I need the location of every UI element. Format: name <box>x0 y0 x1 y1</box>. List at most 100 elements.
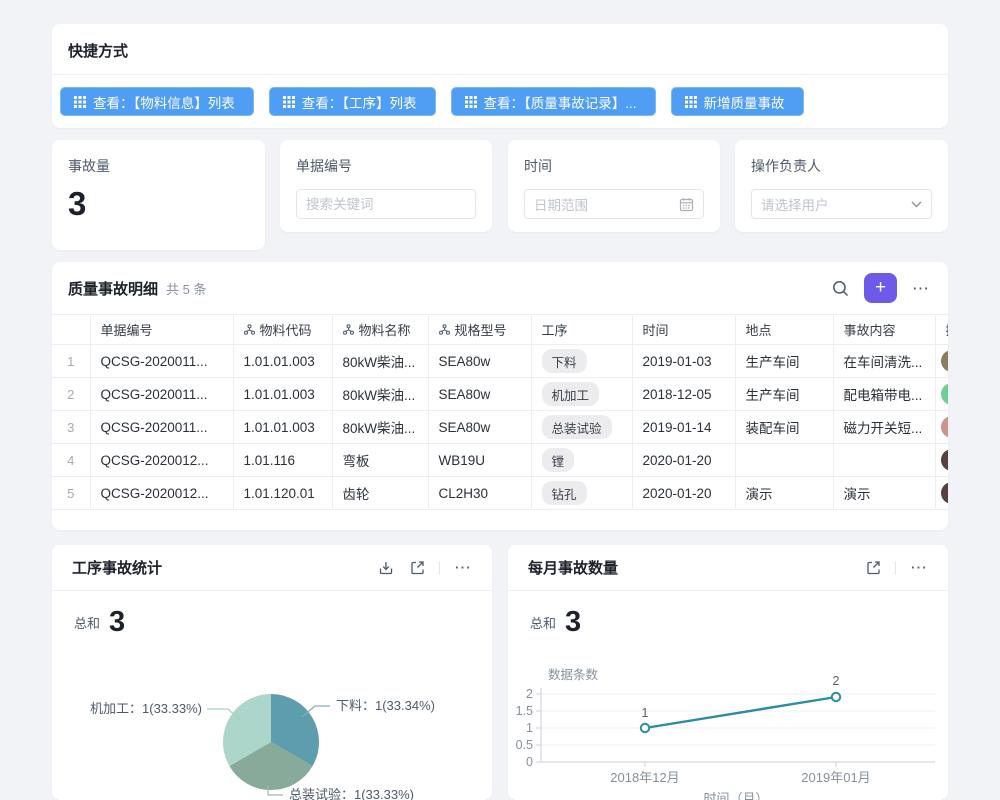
table-header-bar: 质量事故明细 共 5 条 + ⋯ <box>52 262 948 314</box>
svg-text:2018年12月: 2018年12月 <box>610 770 679 785</box>
svg-text:1.5: 1.5 <box>516 704 533 718</box>
row-number: 4 <box>52 444 90 477</box>
col-doc-no[interactable]: 单据编号 <box>90 315 233 345</box>
button-label: 查看：【质量事故记录】... <box>484 92 637 112</box>
quality-accident-table: 单据编号 物料代码 物料名称 规格型号 工序 时间 地点 事故内容 操作负责人 <box>52 314 948 510</box>
line-chart[interactable]: 数据条数 2 1.5 1 0.5 0 1 2 2018年12月 2019年01月… <box>508 545 948 800</box>
cell-doc-no: QCSG-2020011... <box>90 411 233 444</box>
col-spec-model[interactable]: 规格型号 <box>428 315 531 345</box>
data-line <box>645 697 836 728</box>
col-time[interactable]: 时间 <box>632 315 735 345</box>
cell-time: 2019-01-03 <box>632 345 735 378</box>
table-row[interactable]: 2 QCSG-2020011... 1.01.01.003 80kW柴油... … <box>52 378 948 411</box>
table-record-count: 共 5 条 <box>166 279 206 298</box>
process-tag: 下料 <box>542 349 587 373</box>
cell-accident-content: 演示 <box>833 477 935 510</box>
cell-operator <box>935 477 948 510</box>
owner-select[interactable]: 请选择用户 <box>751 189 932 219</box>
row-number: 1 <box>52 345 90 378</box>
col-location[interactable]: 地点 <box>735 315 833 345</box>
cell-material-name: 80kW柴油... <box>332 411 428 444</box>
cell-operator <box>935 411 948 444</box>
y-tick-labels: 2 1.5 1 0.5 0 <box>516 687 533 769</box>
cell-operator <box>935 345 948 378</box>
cell-location: 生产车间 <box>735 378 833 411</box>
grid-icon <box>465 96 477 108</box>
cell-time: 2019-01-14 <box>632 411 735 444</box>
row-number: 2 <box>52 378 90 411</box>
plus-icon: + <box>875 278 886 297</box>
cell-material-code: 1.01.116 <box>233 444 332 477</box>
cell-spec-model: CL2H30 <box>428 477 531 510</box>
doc-no-label: 单据编号 <box>296 156 476 176</box>
cell-spec-model: SEA80w <box>428 378 531 411</box>
cell-process: 镗 <box>531 444 632 477</box>
col-material-name[interactable]: 物料名称 <box>332 315 428 345</box>
row-number: 3 <box>52 411 90 444</box>
owner-placeholder: 请选择用户 <box>761 194 905 214</box>
cell-operator <box>935 378 948 411</box>
add-record-button[interactable]: + <box>864 273 897 303</box>
view-quality-records-button[interactable]: 查看：【质量事故记录】... <box>451 87 656 116</box>
doc-no-search-input[interactable] <box>306 197 466 212</box>
col-operator[interactable]: 操作负责人 <box>935 315 948 345</box>
point-label: 2 <box>833 674 840 688</box>
table-row[interactable]: 5 QCSG-2020012... 1.01.120.01 齿轮 CL2H30 … <box>52 477 948 510</box>
shortcuts-card: 快捷方式 查看：【物料信息】列表 查看：【工序】列表 查看：【质量事故记录】..… <box>52 24 948 128</box>
time-label: 时间 <box>524 156 704 176</box>
view-process-list-button[interactable]: 查看：【工序】列表 <box>269 87 436 116</box>
data-point[interactable] <box>641 724 649 732</box>
cell-doc-no: QCSG-2020012... <box>90 477 233 510</box>
process-tag: 总装试验 <box>542 415 612 439</box>
avatar <box>941 383 949 405</box>
cell-process: 总装试验 <box>531 411 632 444</box>
date-range-placeholder: 日期范围 <box>534 194 673 214</box>
view-material-list-button[interactable]: 查看：【物料信息】列表 <box>60 87 254 116</box>
gridlines <box>541 694 935 745</box>
col-material-code[interactable]: 物料代码 <box>233 315 332 345</box>
col-accident-content[interactable]: 事故内容 <box>833 315 935 345</box>
owner-filter-card: 操作负责人 请选择用户 <box>735 140 948 232</box>
table-row[interactable]: 4 QCSG-2020012... 1.01.116 弯板 WB19U 镗 20… <box>52 444 948 477</box>
add-quality-accident-button[interactable]: 新增质量事故 <box>671 87 804 116</box>
pie-label-xialiao: 下料：1(33.34%) <box>336 698 435 713</box>
x-axis-title: 时间（月） <box>703 791 768 800</box>
cell-spec-model: SEA80w <box>428 411 531 444</box>
cell-material-code: 1.01.120.01 <box>233 477 332 510</box>
cell-location: 装配车间 <box>735 411 833 444</box>
cell-spec-model: SEA80w <box>428 345 531 378</box>
grid-icon <box>283 96 295 108</box>
cell-time: 2020-01-20 <box>632 477 735 510</box>
data-point[interactable] <box>832 693 840 701</box>
cell-accident-content <box>833 444 935 477</box>
search-icon <box>832 280 849 297</box>
cell-process: 机加工 <box>531 378 632 411</box>
relation-icon <box>343 324 354 335</box>
pie-chart[interactable]: 机加工：1(33.33%) 下料：1(33.34%) 总装试验：1(33.33%… <box>52 545 492 800</box>
process-tag: 机加工 <box>542 382 600 406</box>
more-icon: ⋯ <box>912 280 930 297</box>
table-row[interactable]: 3 QCSG-2020011... 1.01.01.003 80kW柴油... … <box>52 411 948 444</box>
cell-material-name: 80kW柴油... <box>332 345 428 378</box>
table-more-button[interactable]: ⋯ <box>910 278 932 299</box>
grid-icon <box>685 96 697 108</box>
relation-icon <box>439 324 450 335</box>
doc-no-search-box <box>296 189 476 219</box>
stat-value: 3 <box>68 185 249 223</box>
quality-accident-table-card: 质量事故明细 共 5 条 + ⋯ <box>52 262 948 530</box>
search-button[interactable] <box>830 278 851 299</box>
process-tag: 钻孔 <box>542 481 587 505</box>
table-row[interactable]: 1 QCSG-2020011... 1.01.01.003 80kW柴油... … <box>52 345 948 378</box>
col-process[interactable]: 工序 <box>531 315 632 345</box>
stat-label: 事故量 <box>68 156 249 176</box>
table-title: 质量事故明细 <box>68 278 158 299</box>
table-header-row: 单据编号 物料代码 物料名称 规格型号 工序 时间 地点 事故内容 操作负责人 <box>52 315 948 345</box>
row-number: 5 <box>52 477 90 510</box>
cell-process: 下料 <box>531 345 632 378</box>
cell-doc-no: QCSG-2020012... <box>90 444 233 477</box>
monthly-accident-chart-card: 每月事故数量 ⋯ 总和 3 <box>508 545 948 800</box>
cell-material-name: 齿轮 <box>332 477 428 510</box>
accident-count-card: 事故量 3 <box>52 140 265 250</box>
avatar <box>941 482 949 504</box>
date-range-picker[interactable]: 日期范围 <box>524 189 704 219</box>
